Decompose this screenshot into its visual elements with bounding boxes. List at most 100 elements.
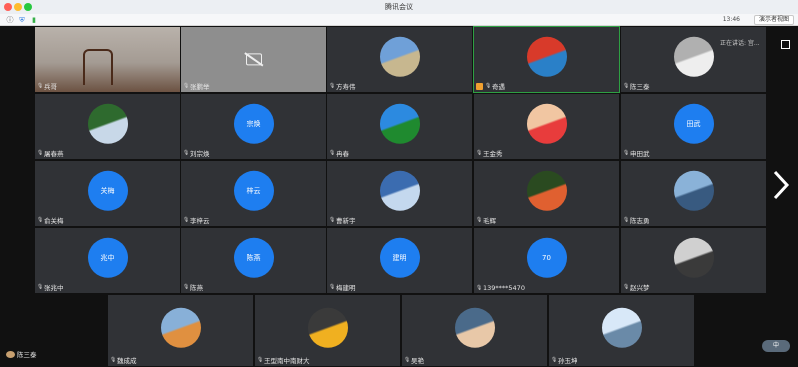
avatar-initials: 关梅 — [87, 170, 128, 211]
participant-name-tag: 🎙 刘宗焕 — [183, 148, 210, 158]
microphone-icon: 🎙 — [257, 357, 264, 363]
avatar — [379, 36, 420, 77]
microphone-icon: 🎙 — [551, 357, 558, 363]
info-icon[interactable]: ⓘ — [6, 16, 14, 24]
participant-tile[interactable]: 🎙 奇遇 — [473, 26, 620, 93]
participant-name-tag: 🎙 冉春 — [329, 148, 349, 158]
participant-name: 陈燕 — [190, 284, 203, 292]
participant-name-tag: 🎙 奇遇 — [476, 81, 505, 91]
participant-tile[interactable]: 关梅 🎙 俞关梅 — [34, 160, 181, 227]
participant-tile[interactable]: 🎙 张鹏举 — [180, 26, 327, 93]
title-bar: 腾讯会议 — [0, 0, 798, 14]
self-video-tag: 陈三泰 — [6, 349, 37, 359]
participant-name-tag: 🎙 屠春燕 — [37, 148, 64, 158]
microphone-icon: 🎙 — [404, 357, 411, 363]
avatar-initials: 陈燕 — [233, 237, 274, 278]
participant-name-tag: 🎙 毛辉 — [476, 215, 496, 225]
participant-name-tag: 🎙 魏成成 — [110, 355, 137, 365]
avatar-initials: 兆中 — [87, 237, 128, 278]
avatar — [379, 103, 420, 144]
participant-name: 陈志勇 — [630, 217, 650, 225]
participant-tile[interactable]: 🎙 陈三泰 — [620, 26, 767, 93]
participant-name: 139****5470 — [483, 284, 525, 292]
participant-name-tag: 🎙 王型南中南财大 — [257, 355, 310, 365]
microphone-icon: 🎙 — [329, 217, 336, 223]
participant-tile[interactable]: 🎙 屠春燕 — [34, 93, 181, 160]
participant-name-tag: 🎙 张兆中 — [37, 282, 64, 292]
participant-name-tag: 🎙 方寿伟 — [329, 81, 356, 91]
participant-name-tag: 🎙 吴艳 — [404, 355, 424, 365]
participant-name: 张兆中 — [44, 284, 64, 292]
participant-tile[interactable]: 宗焕 🎙 刘宗焕 — [180, 93, 327, 160]
participant-name: 屠春燕 — [44, 150, 64, 158]
participant-name: 申田武 — [630, 150, 650, 158]
meeting-time: 13:46 — [722, 16, 740, 23]
avatar-initials: 梓云 — [233, 170, 274, 211]
participant-tile[interactable]: 陈燕 🎙 陈燕 — [180, 227, 327, 294]
participant-name: 曹新宇 — [336, 217, 356, 225]
participant-tile[interactable]: 田武 🎙 申田武 — [620, 93, 767, 160]
participant-name: 梅建明 — [336, 284, 356, 292]
presenter-view-button[interactable]: 演示者视图 — [753, 15, 794, 25]
participant-name-tag: 🎙 梅建明 — [329, 282, 356, 292]
participant-name: 王型南中南财大 — [264, 357, 310, 365]
microphone-icon: 🎙 — [37, 217, 44, 223]
participant-tile[interactable]: 🎙 赵兴梦 — [620, 227, 767, 294]
participant-name: 陈三泰 — [630, 83, 650, 91]
meeting-window: 腾讯会议 ⓘ ⛨ ▮ 13:46 演示者视图 🎙 兵哥 🎙 张鹏举 🎙 方寿伟 🎙 奇遇 🎙 陈三… — [0, 0, 798, 367]
participant-tile[interactable]: 🎙 吴艳 — [401, 294, 548, 367]
participant-name-tag: 🎙 王金秀 — [476, 148, 503, 158]
avatar — [379, 170, 420, 211]
signal-icon[interactable]: ▮ — [30, 16, 38, 24]
avatar — [673, 170, 714, 211]
participant-tile[interactable]: 🎙 陈志勇 — [620, 160, 767, 227]
participant-name-tag: 🎙 陈志勇 — [623, 215, 650, 225]
self-avatar — [6, 350, 15, 358]
participant-name-tag: 🎙 孙玉坤 — [551, 355, 578, 365]
avatar — [526, 170, 567, 211]
participant-tile[interactable]: 兆中 🎙 张兆中 — [34, 227, 181, 294]
participant-tile[interactable]: 🎙 方寿伟 — [326, 26, 473, 93]
microphone-icon: 🎙 — [623, 284, 630, 290]
participant-name-tag: 🎙 陈燕 — [183, 282, 203, 292]
participant-tile[interactable]: 🎙 王型南中南财大 — [254, 294, 401, 367]
toolbar: ⓘ ⛨ ▮ 13:46 演示者视图 — [0, 14, 798, 26]
participant-tile[interactable]: 🎙 曹新宇 — [326, 160, 473, 227]
avatar — [454, 307, 495, 348]
participant-tile[interactable]: 🎙 冉春 — [326, 93, 473, 160]
microphone-icon: 🎙 — [37, 150, 44, 156]
window-title: 腾讯会议 — [385, 3, 413, 11]
participant-tile[interactable]: 🎙 孙玉坤 — [548, 294, 695, 367]
participant-name: 孙玉坤 — [558, 357, 578, 365]
avatar — [673, 36, 714, 77]
participant-name: 俞关梅 — [44, 217, 64, 225]
participant-tile[interactable]: 梓云 🎙 李梓云 — [180, 160, 327, 227]
participant-tile[interactable]: 建明 🎙 梅建明 — [326, 227, 473, 294]
microphone-icon: 🎙 — [183, 83, 190, 89]
avatar — [526, 36, 567, 77]
participant-tile[interactable]: 🎙 毛辉 — [473, 160, 620, 227]
participant-name-tag: 🎙 李梓云 — [183, 215, 210, 225]
fullscreen-icon[interactable] — [781, 40, 790, 49]
microphone-icon: 🎙 — [183, 284, 190, 290]
participant-grid: 🎙 兵哥 🎙 张鹏举 🎙 方寿伟 🎙 奇遇 🎙 陈三泰 🎙 屠春燕 宗焕 🎙 刘宗焕 🎙 冉春 🎙 王金秀 田武 🎙 申田… — [0, 26, 798, 367]
participant-name: 奇遇 — [492, 83, 505, 91]
microphone-icon: 🎙 — [183, 150, 190, 156]
participant-name: 刘宗焕 — [190, 150, 210, 158]
participant-tile[interactable]: 🎙 兵哥 — [34, 26, 181, 93]
participant-tile[interactable]: 70 🎙 139****5470 — [473, 227, 620, 294]
next-page-icon[interactable] — [772, 170, 790, 200]
microphone-icon: 🎙 — [623, 150, 630, 156]
audio-control-button[interactable]: 中 — [762, 340, 790, 352]
shield-icon[interactable]: ⛨ — [18, 16, 26, 24]
avatar — [601, 307, 642, 348]
camera-off-icon — [245, 52, 262, 65]
microphone-icon: 🎙 — [476, 217, 483, 223]
avatar — [87, 103, 128, 144]
avatar — [160, 307, 201, 348]
participant-name-tag: 🎙 139****5470 — [476, 284, 525, 292]
host-badge-icon — [476, 82, 483, 90]
participant-tile[interactable]: 🎙 魏成成 — [107, 294, 254, 367]
speaking-indicator: 正在讲话: 宫... — [720, 40, 760, 47]
participant-tile[interactable]: 🎙 王金秀 — [473, 93, 620, 160]
